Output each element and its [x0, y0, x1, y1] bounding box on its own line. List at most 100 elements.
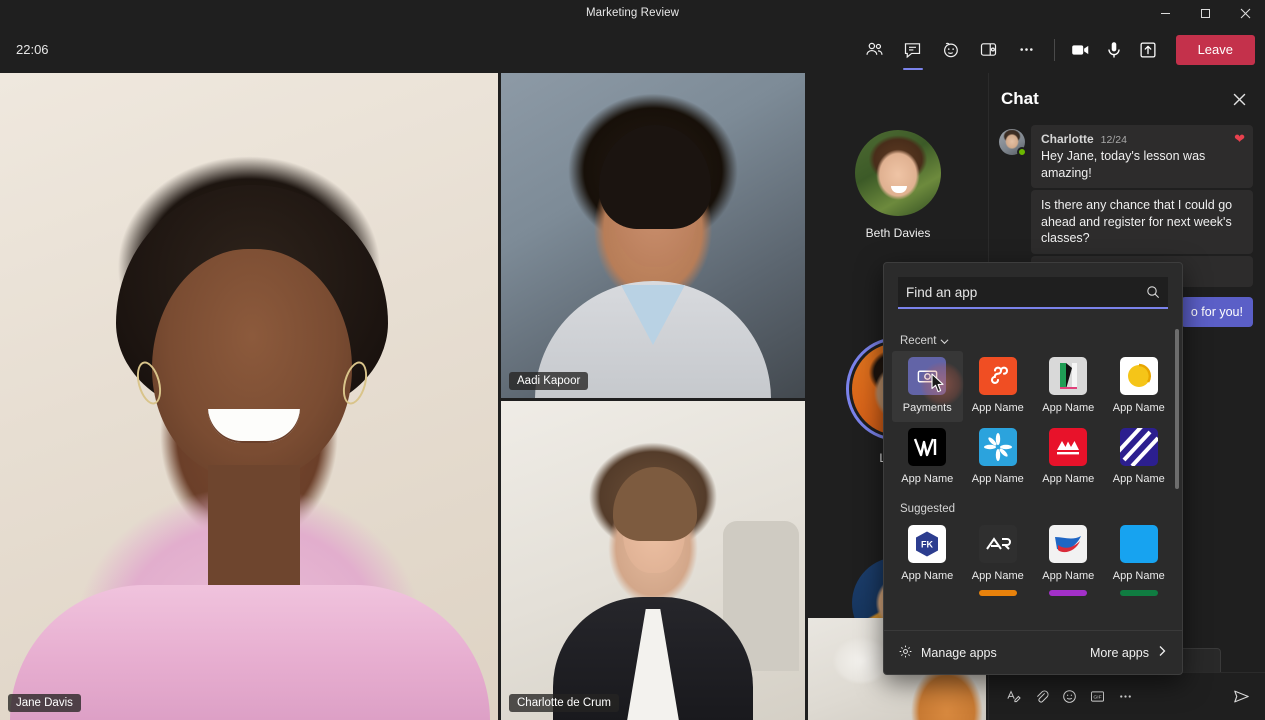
app-label: App Name — [971, 402, 1024, 414]
minimize-button[interactable] — [1145, 0, 1185, 26]
app-tile-2[interactable]: App Name — [963, 351, 1034, 422]
app-tile-11[interactable]: App Name — [1033, 519, 1104, 590]
app-tile-10[interactable]: App Name — [963, 519, 1034, 590]
participant-name-badge: Jane Davis — [8, 694, 81, 712]
video-tile-aadi-kapoor[interactable]: Aadi Kapoor — [501, 73, 805, 398]
app-flyout-footer: Manage apps More apps — [884, 630, 1182, 674]
app-tile-7[interactable]: App Name — [1033, 422, 1104, 493]
send-icon[interactable] — [1227, 683, 1255, 711]
video-feed — [0, 73, 498, 720]
generic-app-icon — [908, 428, 947, 466]
toolbar-actions: Leave — [857, 33, 1255, 70]
generic-app-icon — [1049, 357, 1088, 395]
chat-title: Chat — [1001, 89, 1039, 108]
app-row-partial — [884, 590, 1182, 596]
close-button[interactable] — [1225, 0, 1265, 26]
message-sender: Charlotte — [1041, 132, 1094, 146]
video-feed — [501, 401, 805, 720]
app-picker-flyout: Recent Payments — [883, 262, 1183, 675]
generic-app-icon: FK — [908, 525, 947, 563]
app-tile-5[interactable]: App Name — [892, 422, 963, 493]
generic-app-icon — [1049, 525, 1088, 563]
generic-app-icon — [978, 525, 1017, 563]
more-options-icon[interactable] — [1111, 683, 1139, 711]
section-header-recent[interactable]: Recent — [900, 335, 1182, 347]
more-options-icon[interactable] — [1009, 33, 1045, 67]
video-tile-jane-davis[interactable]: Jane Davis — [0, 73, 498, 720]
share-screen-icon[interactable] — [1132, 35, 1164, 65]
meeting-toolbar: 22:06 Leave — [0, 26, 1265, 73]
reaction-heart-icon[interactable]: ❤ — [1234, 131, 1245, 147]
app-label: Payments — [902, 402, 952, 414]
app-tile-4[interactable]: App Name — [1104, 351, 1175, 422]
app-label: App Name — [1042, 402, 1095, 414]
leave-button[interactable]: Leave — [1175, 34, 1255, 65]
presence-indicator — [1017, 147, 1027, 157]
chat-header: Chat — [989, 73, 1265, 125]
app-grid-recent: Payments App Name App Name App Name App … — [884, 351, 1182, 493]
participant-name-badge: Aadi Kapoor — [509, 372, 589, 390]
participant-beth-davies[interactable]: Beth Davies — [808, 85, 988, 285]
decor-smile — [891, 186, 907, 193]
microphone-icon[interactable] — [1098, 35, 1130, 65]
app-grid-suggested: FK App Name App Name App Name App Name — [884, 519, 1182, 590]
message-bubble: Charlotte 12/24 Hey Jane, today's lesson… — [1031, 125, 1253, 189]
app-tile-9[interactable]: FK App Name — [892, 519, 963, 590]
chat-message[interactable]: Is there any chance that I could go ahea… — [1001, 190, 1253, 255]
maximize-button[interactable] — [1185, 0, 1225, 26]
chat-message[interactable]: Charlotte 12/24 Hey Jane, today's lesson… — [999, 125, 1253, 189]
app-tile-partial — [908, 590, 946, 596]
people-icon[interactable] — [857, 33, 893, 67]
app-label: App Name — [1112, 402, 1165, 414]
app-search-input[interactable] — [898, 277, 1168, 309]
app-tile-partial[interactable] — [1049, 590, 1088, 596]
app-tile-8[interactable]: App Name — [1104, 422, 1175, 493]
close-icon[interactable] — [1225, 85, 1253, 113]
svg-text:FK: FK — [921, 540, 933, 550]
app-label: App Name — [1042, 473, 1095, 485]
generic-app-icon — [1119, 357, 1158, 395]
message-timestamp: 12/24 — [1100, 134, 1127, 146]
app-label: App Name — [1042, 570, 1095, 582]
generic-app-icon — [1119, 525, 1158, 563]
app-tile-12[interactable]: App Name — [1104, 519, 1175, 590]
app-tile-partial[interactable] — [1119, 590, 1158, 596]
giphy-icon[interactable]: GIF — [1083, 683, 1111, 711]
app-search-wrapper — [898, 277, 1168, 309]
app-list-scroll-area[interactable]: Recent Payments App Name App Name App Na… — [884, 325, 1182, 630]
manage-apps-button[interactable]: Manage apps — [898, 644, 997, 662]
decor-hair — [613, 467, 697, 541]
reactions-icon[interactable] — [933, 33, 969, 67]
message-bubble: o for you! — [1180, 296, 1253, 328]
app-tile-6[interactable]: App Name — [963, 422, 1034, 493]
decor-shoulders — [10, 585, 490, 720]
message-meta: Charlotte 12/24 — [1041, 132, 1243, 148]
search-icon[interactable] — [1145, 284, 1161, 305]
app-tile-partial[interactable] — [978, 590, 1017, 596]
app-label: App Name — [971, 570, 1024, 582]
attach-file-icon[interactable] — [1027, 683, 1055, 711]
window-title: Marketing Review — [586, 7, 679, 19]
window-title-bar: Marketing Review — [0, 0, 1265, 26]
generic-app-icon — [1049, 428, 1088, 466]
section-label: Suggested — [900, 503, 955, 515]
window-controls — [1145, 0, 1265, 26]
app-tile-3[interactable]: App Name — [1033, 351, 1104, 422]
generic-app-icon — [978, 357, 1017, 395]
format-text-icon[interactable] — [999, 683, 1027, 711]
meeting-timer: 22:06 — [16, 42, 49, 57]
app-tile-payments[interactable]: Payments — [892, 351, 963, 422]
payments-app-icon — [908, 357, 947, 395]
video-tile-charlotte-de-crum[interactable]: Charlotte de Crum — [501, 401, 805, 720]
video-feed — [501, 73, 805, 398]
decor-neck — [208, 465, 300, 601]
breakout-rooms-icon[interactable] — [971, 33, 1007, 67]
app-label: App Name — [1112, 570, 1165, 582]
app-label: App Name — [901, 473, 954, 485]
app-label: App Name — [971, 473, 1024, 485]
more-apps-button[interactable]: More apps — [1090, 645, 1168, 660]
chat-icon[interactable] — [895, 33, 931, 70]
camera-icon[interactable] — [1064, 35, 1096, 65]
emoji-icon[interactable] — [1055, 683, 1083, 711]
flyout-scrollbar[interactable] — [1175, 329, 1179, 489]
